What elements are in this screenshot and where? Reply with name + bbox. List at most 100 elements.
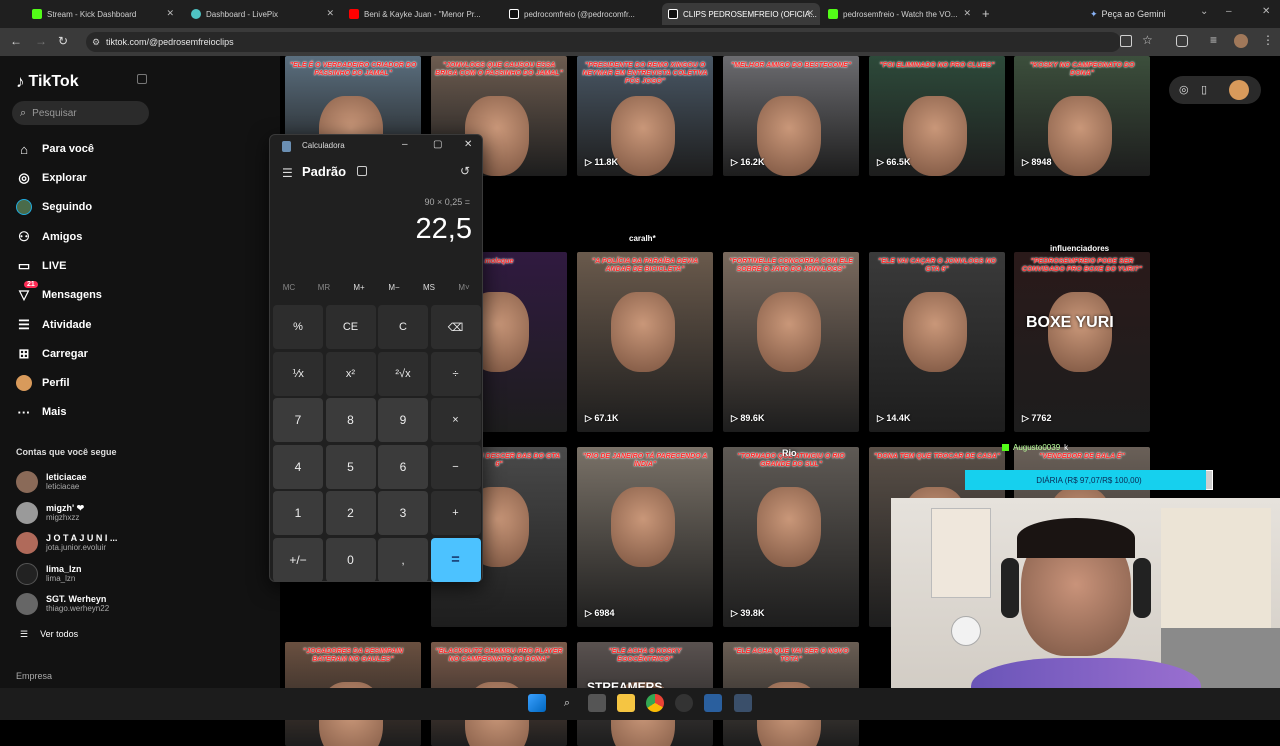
notepad-icon[interactable] [704,694,722,712]
clear-key[interactable]: C [378,305,428,349]
video-thumbnail[interactable]: "FOI ELIMINADO NO PRO CLUBS" ▷ 66.5K [869,56,1005,176]
digit-3-key[interactable]: 3 [378,491,428,535]
equals-key[interactable]: = [430,537,481,582]
close-icon[interactable]: ✕ [464,139,472,150]
collapse-sidebar-icon[interactable] [137,74,147,84]
new-tab-button[interactable]: + [982,6,990,21]
close-window-icon[interactable]: ✕ [1262,6,1270,17]
video-thumbnail[interactable]: "PRESIDENTE DO REMO XINGOU O NEYMAR EM E… [577,56,713,176]
tab-search-icon[interactable]: ⌄ [1200,6,1208,17]
nav-amigos[interactable]: ⚇ Amigos [16,227,82,247]
extensions-icon[interactable] [1176,35,1188,47]
video-thumbnail[interactable]: "MELHOR AMIGO DO BESTECONE" ▷ 16.2K [723,56,859,176]
hamburger-menu-icon[interactable]: ☰ [282,166,293,180]
close-tab-icon[interactable]: ✕ [326,8,334,19]
account-item[interactable]: leticiacae leticiacae [16,469,87,495]
file-explorer-icon[interactable] [617,694,635,712]
nav-para-voce[interactable]: ⌂ Para você [16,139,94,159]
decimal-key[interactable]: , [378,537,428,582]
device-icon[interactable]: ▯ [1201,83,1207,96]
memory-button[interactable]: MS [414,283,444,292]
clear-entry-key[interactable]: CE [325,305,376,349]
nav-atividade[interactable]: ☰ Atividade [16,315,91,335]
close-tab-icon[interactable]: ✕ [166,8,174,19]
tab-kick-vod[interactable]: pedrosemfreio - Watch the VO... ✕ [822,3,977,25]
video-thumbnail[interactable]: "A POLÍCIA DA PARAÍBA DEVIA ANDAR DE BIC… [577,252,713,432]
video-thumbnail[interactable]: "FORTINELLE CONCORDA COM ELE SOBRE O JAT… [723,252,859,432]
bookmark-star-icon[interactable]: ☆ [1142,33,1153,47]
nav-perfil[interactable]: Perfil [16,373,70,393]
forward-icon[interactable]: → [35,34,47,48]
history-icon[interactable]: ↺ [460,164,470,178]
close-tab-icon[interactable]: ✕ [806,8,814,19]
keep-on-top-icon[interactable] [357,166,367,176]
digit-4-key[interactable]: 4 [273,444,323,489]
video-thumbnail[interactable]: "RIO DE JANEIRO TÁ PARECENDO A ÍNDIA" ▷ 6… [577,447,713,627]
profile-avatar-icon[interactable] [1234,34,1248,48]
memory-button[interactable]: MR [309,283,339,292]
backspace-key[interactable]: ⌫ [430,305,481,349]
tiktok-logo[interactable]: ♪ TikTok [16,72,79,92]
maximize-icon[interactable]: ▢ [433,139,442,150]
close-tab-icon[interactable]: ✕ [963,8,971,19]
task-view-icon[interactable] [588,694,606,712]
square-key[interactable]: x² [325,351,376,396]
see-all-link[interactable]: ☰ Ver todos [20,629,78,640]
reading-list-icon[interactable]: ≡ [1210,33,1217,47]
nav-carregar[interactable]: ⊞ Carregar [16,344,88,364]
reload-icon[interactable]: ↻ [58,34,68,48]
digit-2-key[interactable]: 2 [325,491,376,535]
minimize-icon[interactable]: – [1226,6,1232,17]
nav-mais[interactable]: ··· Mais [16,402,67,422]
memory-button[interactable]: M+ [344,283,374,292]
digit-9-key[interactable]: 9 [378,398,428,442]
site-info-icon[interactable]: ⚙ [92,37,100,48]
avatar[interactable] [1229,80,1249,100]
divide-key[interactable]: ÷ [430,351,481,396]
memory-button[interactable]: M− [379,283,409,292]
multiply-key[interactable]: × [430,398,481,442]
tab-kick-dashboard[interactable]: Stream - Kick Dashboard ✕ [26,3,180,25]
nav-mensagens[interactable]: ▽ 21 Mensagens [16,281,102,305]
add-key[interactable]: + [430,491,481,535]
calculator-taskbar-icon[interactable] [734,694,752,712]
footer-empresa[interactable]: Empresa [16,671,52,681]
obs-icon[interactable] [675,694,693,712]
chrome-icon[interactable] [646,694,664,712]
digit-7-key[interactable]: 7 [273,398,323,442]
account-item[interactable]: J O T A J U N I ... jota.junior.evoluir [16,530,117,556]
negate-key[interactable]: +/− [273,537,323,582]
digit-6-key[interactable]: 6 [378,444,428,489]
video-thumbnail[interactable]: "PEDROSEMFREIO PODE SER CONVIDADO PRO BO… [1014,252,1150,432]
video-thumbnail[interactable]: "KOSKY NO CAMPEONATO DO DONA" ▷ 8948 [1014,56,1150,176]
nav-explorar[interactable]: ◎ Explorar [16,168,86,188]
digit-8-key[interactable]: 8 [325,398,376,442]
memory-button[interactable]: M˅ [449,283,479,292]
tab-livepix[interactable]: Dashboard - LivePix ✕ [185,3,340,25]
digit-0-key[interactable]: 0 [325,537,376,582]
cast-icon[interactable] [1120,35,1132,47]
tab-clips-pedrosemfreio[interactable]: CLIPS PEDROSEMFREIO (OFICIA... ✕ [662,3,820,25]
search-input[interactable]: ⌕ Pesquisar [12,101,149,125]
nav-live[interactable]: ▭ LIVE [16,256,67,276]
url-input[interactable]: ⚙ tiktok.com/@pedrosemfreioclips [86,32,1121,52]
tab-tiktok-pedrocomfreio[interactable]: pedrocomfreio (@pedrocomfr... [503,3,658,25]
digit-1-key[interactable]: 1 [273,491,323,535]
reciprocal-key[interactable]: ⅟x [273,351,323,396]
browser-menu-icon[interactable]: ⋮ [1262,33,1274,47]
gemini-button[interactable]: ✦ Peça ao Gemini [1090,6,1166,22]
video-thumbnail[interactable]: "TORNADO QUE ATINGIU O RIO GRANDE DO SUL… [723,447,859,627]
minimize-icon[interactable]: – [402,139,408,150]
account-item[interactable]: SGT. Werheyn thiago.werheyn22 [16,591,109,617]
account-item[interactable]: lima_lzn lima_lzn [16,561,82,587]
tab-youtube[interactable]: Beni & Kayke Juan - "Menor Pr... [343,3,498,25]
digit-5-key[interactable]: 5 [325,444,376,489]
back-icon[interactable]: ← [10,34,22,48]
coins-icon[interactable]: ◎ [1179,83,1189,96]
percent-key[interactable]: % [273,305,323,349]
nav-seguindo[interactable]: Seguindo [16,197,92,217]
video-thumbnail[interactable]: "ELE VAI CAÇAR O JONVLOGS NO GTA 6" ▷ 14.… [869,252,1005,432]
account-item[interactable]: migzh' ❤ migzhxzz [16,500,84,526]
start-windows-icon[interactable] [528,694,546,712]
memory-button[interactable]: MC [274,283,304,292]
